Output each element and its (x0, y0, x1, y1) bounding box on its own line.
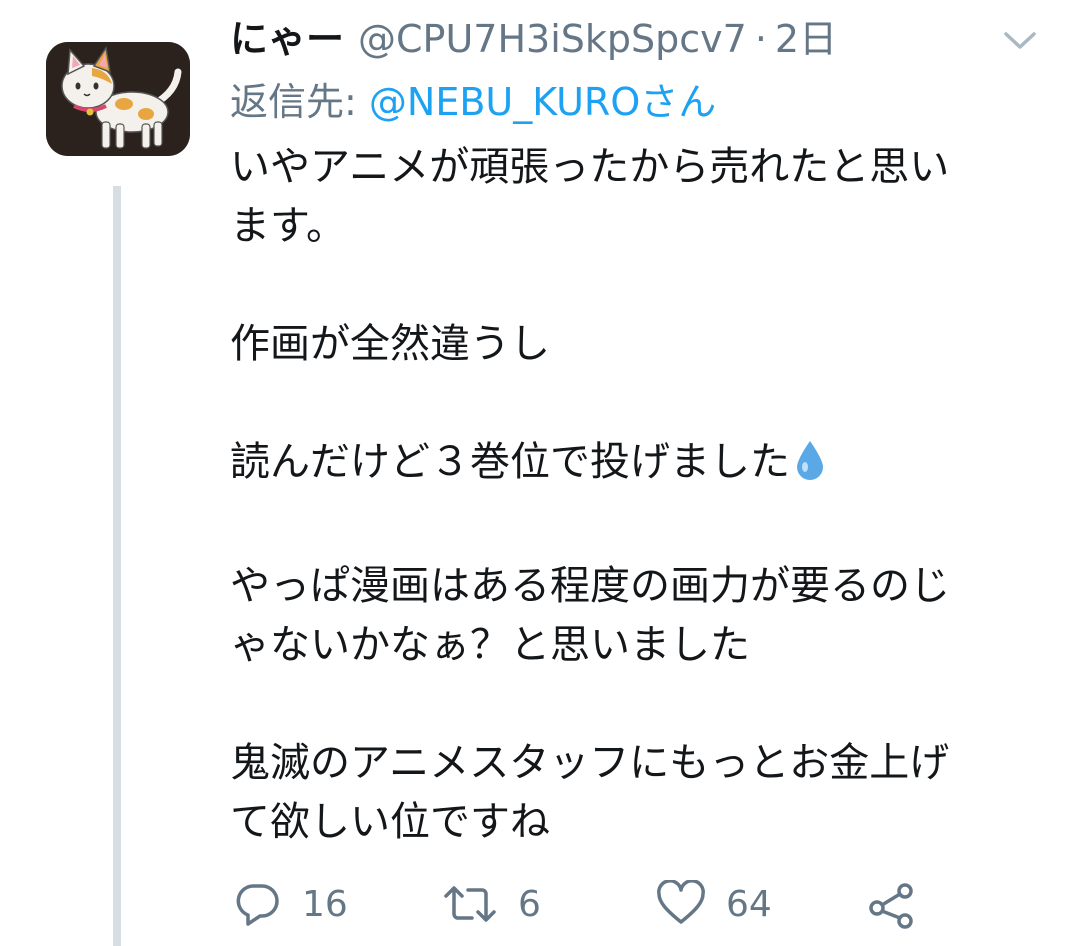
reply-to-mention[interactable]: @NEBU_KUROさん (369, 80, 716, 124)
like-count: 64 (726, 883, 772, 925)
tweet-text: いやアニメが頑張ったから売れたと思い ます。 作画が全然違うし 読んだけど３巻位… (230, 138, 1050, 852)
timestamp[interactable]: 2日 (775, 14, 837, 64)
display-name[interactable]: にゃー (230, 14, 344, 64)
separator-dot: · (754, 17, 767, 61)
retweet-button[interactable]: 6 (442, 872, 541, 936)
tweet-paragraph: 読んだけど３巻位で投げました (230, 433, 1050, 498)
tweet-paragraph: 作画が全然違うし (230, 315, 1050, 374)
droplet-emoji-icon (794, 439, 826, 498)
reply-icon (236, 884, 279, 926)
tweet-header: にゃー @CPU7H3iSkpSpcv7 · 2日 (230, 14, 837, 64)
user-handle[interactable]: @CPU7H3iSkpSpcv7 (358, 14, 747, 64)
reply-to-prefix: 返信先: (230, 80, 357, 124)
calico-cat-avatar-icon (46, 42, 190, 156)
tweet-paragraph: 鬼滅のアニメスタッフにもっとお金上げ て欲しい位ですね (230, 740, 950, 845)
reply-count: 16 (302, 883, 348, 925)
reply-button[interactable]: 16 (234, 872, 348, 936)
heart-icon (657, 880, 705, 924)
share-button[interactable] (866, 872, 918, 936)
retweet-count: 6 (518, 883, 541, 925)
thread-connector-line (113, 186, 121, 946)
retweet-icon (444, 886, 496, 922)
share-icon (869, 883, 913, 929)
reply-to-line: 返信先: @NEBU_KUROさん (230, 76, 716, 128)
chevron-down-icon (1004, 32, 1036, 49)
tweet-paragraph-text: 読んだけど３巻位で投げました (230, 439, 790, 485)
tweet-menu-button[interactable] (1000, 24, 1040, 56)
like-button[interactable]: 64 (656, 872, 772, 936)
tweet-paragraph: いやアニメが頑張ったから売れたと思い ます。 (230, 144, 950, 249)
avatar[interactable] (46, 42, 190, 156)
tweet-actions-bar: 16 6 64 (0, 872, 1080, 936)
tweet-paragraph-text: 作画が全然違うし (230, 321, 550, 367)
tweet-paragraph: やっぱ漫画はある程度の画力が要るのじ ゃないかなぁ？と思いました (230, 563, 950, 668)
